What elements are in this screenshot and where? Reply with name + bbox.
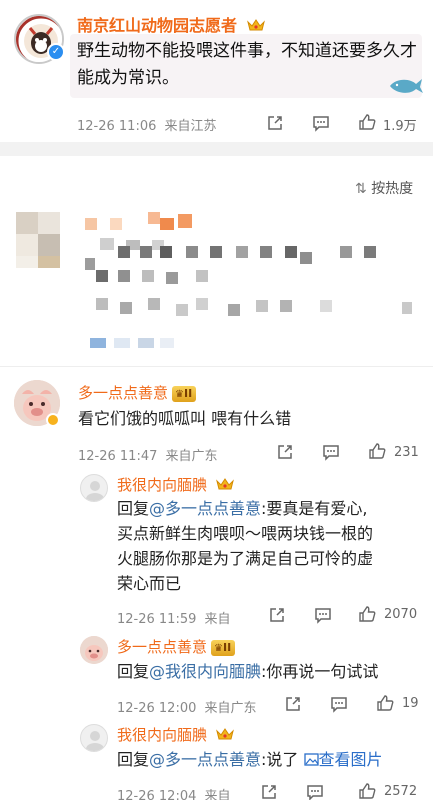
comment-meta: 12-26 11:47 来自广东 xyxy=(78,445,218,464)
replier-avatar[interactable] xyxy=(80,636,108,664)
reply-time: 12-26 12:00 xyxy=(117,701,197,716)
share-icon[interactable] xyxy=(284,695,302,713)
section-divider xyxy=(0,142,433,156)
post-meta: 12-26 11:06 来自江苏 xyxy=(77,115,217,134)
replier-name[interactable]: 我很内向腼腆 xyxy=(117,476,207,494)
share-icon[interactable] xyxy=(268,606,286,624)
comment-source: 来自广东 xyxy=(165,449,218,464)
reply-like-count: 2572 xyxy=(384,784,418,799)
mention-link[interactable]: @多一点点善意 xyxy=(149,750,261,769)
verified-icon: ✓ xyxy=(47,43,65,61)
reply-text: 回复@多一点点善意:要真是有爱心, 买点新鲜生肉喂呗～喂两块钱一根的 火腿肠你那… xyxy=(117,496,427,596)
reply-text-line: :要真是有爱心, xyxy=(261,499,368,518)
replier-avatar[interactable] xyxy=(80,474,108,502)
post-like-count: 1.9万 xyxy=(383,119,417,134)
reply-body: :你再说一句试试 xyxy=(261,662,379,681)
view-image-link[interactable]: 查看图片 xyxy=(303,750,383,769)
crown-icon xyxy=(215,728,234,740)
reply-like-count: 19 xyxy=(402,696,419,711)
reply-meta: 12-26 12:00 来自广东 xyxy=(117,697,257,716)
crown-icon: ♛ xyxy=(175,389,184,400)
post-source: 来自江苏 xyxy=(164,119,217,134)
reply-source: 来自 xyxy=(204,612,231,627)
comment-icon[interactable] xyxy=(306,783,324,800)
replier-name[interactable]: 我很内向腼腆 xyxy=(117,726,207,744)
comment-like-count: 231 xyxy=(394,445,419,460)
reply-source: 来自广东 xyxy=(204,701,257,716)
replier-name[interactable]: 多一点点善意 xyxy=(117,638,207,656)
replier-name-row[interactable]: 我很内向腼腆 xyxy=(117,724,234,745)
level-badge: ♛II xyxy=(211,640,236,656)
reply-text-line: 火腿肠你那是为了满足自己可怜的虚 xyxy=(117,549,374,568)
reply-prefix: 回复 xyxy=(117,750,150,769)
share-icon[interactable] xyxy=(276,443,294,461)
replier-name-row[interactable]: 多一点点善意 ♛II xyxy=(117,636,236,657)
post-author-name[interactable]: 南京红山动物园志愿者 xyxy=(77,16,237,35)
mention-link[interactable]: @我很内向腼腆 xyxy=(149,662,261,681)
reply-prefix: 回复 xyxy=(117,662,150,681)
reply-text: 回复@多一点点善意:说了 查看图片 xyxy=(117,747,433,772)
sort-label: 按热度 xyxy=(371,181,414,197)
reply-source: 来自 xyxy=(204,789,231,800)
like-icon[interactable] xyxy=(376,694,394,712)
mention-link[interactable]: @多一点点善意 xyxy=(149,499,261,518)
like-icon[interactable] xyxy=(358,605,376,623)
like-icon[interactable] xyxy=(368,442,386,460)
sort-toggle[interactable]: ⇅ 按热度 xyxy=(355,178,413,198)
sort-icon: ⇅ xyxy=(355,181,367,197)
like-icon[interactable] xyxy=(358,113,376,131)
comment-text: 看它们饿的呱呱叫 喂有什么错 xyxy=(78,409,292,428)
reply-text: 回复@我很内向腼腆:你再说一句试试 xyxy=(117,659,427,684)
commenter-name-row[interactable]: 多一点点善意 ♛II xyxy=(78,382,197,403)
reply-prefix: 回复 xyxy=(117,499,150,518)
reply-body: :说了 xyxy=(261,750,299,769)
post-time: 12-26 11:06 xyxy=(77,119,157,134)
replier-name-row[interactable]: 我很内向腼腆 xyxy=(117,474,234,495)
reply-meta: 12-26 11:59 来自 xyxy=(117,608,231,627)
reply-text-line: 荣心而已 xyxy=(117,574,182,593)
share-icon[interactable] xyxy=(266,114,284,132)
replier-avatar[interactable] xyxy=(80,724,108,752)
comment-icon[interactable] xyxy=(312,114,330,132)
reply-meta: 12-26 12:04 来自 xyxy=(117,785,231,800)
reply-time: 12-26 12:04 xyxy=(117,789,197,800)
post-author[interactable]: 南京红山动物园志愿者 xyxy=(77,12,265,36)
comment-icon[interactable] xyxy=(314,606,332,624)
crown-icon xyxy=(246,19,265,31)
badge-icon xyxy=(46,413,60,427)
row-separator xyxy=(0,366,433,367)
level-text: II xyxy=(183,387,193,400)
crown-icon: ♛ xyxy=(214,643,223,654)
view-image-label[interactable]: 查看图片 xyxy=(319,750,383,769)
image-icon xyxy=(303,753,319,766)
comment-time: 12-26 11:47 xyxy=(78,449,158,464)
comment-icon[interactable] xyxy=(322,443,340,461)
reply-like-count: 2070 xyxy=(384,607,418,622)
reply-text-line: 买点新鲜生肉喂呗～喂两块钱一根的 xyxy=(117,524,374,543)
whale-icon xyxy=(390,79,423,93)
post-card: ✓ 南京红山动物园志愿者 野生动物不能投喂这件事，不知道还要多久才能成为常识。 … xyxy=(0,0,433,142)
share-icon[interactable] xyxy=(260,783,278,800)
reply-time: 12-26 11:59 xyxy=(117,612,197,627)
comment-icon[interactable] xyxy=(330,695,348,713)
post-text: 野生动物不能投喂这件事，不知道还要多久才能成为常识。 xyxy=(77,41,417,88)
crown-icon xyxy=(215,478,234,490)
level-text: II xyxy=(222,641,232,654)
like-icon[interactable] xyxy=(358,782,376,800)
commenter-name[interactable]: 多一点点善意 xyxy=(78,384,168,402)
level-badge: ♛II xyxy=(172,386,197,402)
